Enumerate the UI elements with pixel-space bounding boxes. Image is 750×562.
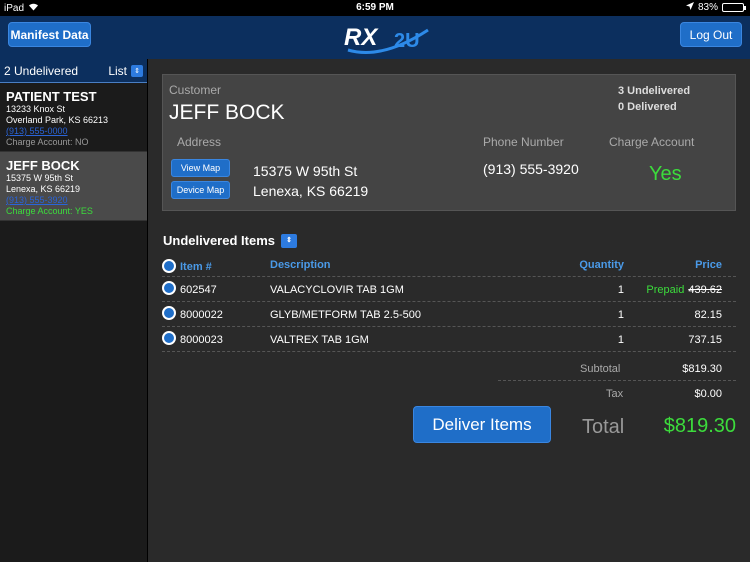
item-number: 8000022 [180, 309, 223, 321]
status-right: 83% [685, 2, 746, 13]
patient-charge-status: Charge Account: NO [6, 137, 89, 147]
items-table: Item # Description Quantity Price 602547… [162, 255, 736, 352]
sidebar-item-jeff-bock[interactable]: JEFF BOCK 15375 W 95th St Lenexa, KS 662… [0, 152, 147, 221]
customer-phone: (913) 555-3920 [483, 161, 579, 177]
table-header: Item # Description Quantity Price [162, 255, 736, 277]
item-number: 8000023 [180, 334, 223, 346]
status-bar: iPad 6:59 PM 83% [0, 0, 750, 16]
table-row[interactable]: 8000023 VALTREX TAB 1GM 1 737.15 [162, 327, 736, 352]
section-selector-icon[interactable]: ⇕ [281, 233, 297, 248]
chevron-updown-icon: ⇕ [131, 65, 143, 77]
patient-name: JEFF BOCK [6, 158, 80, 173]
row-select-radio[interactable] [162, 281, 176, 295]
clock: 6:59 PM [356, 2, 394, 13]
address-line2: Lenexa, KS 66219 [253, 183, 369, 199]
device-map-button[interactable]: Device Map [171, 181, 230, 199]
battery-percent: 83% [697, 2, 718, 13]
item-number: 602547 [180, 284, 217, 296]
manifest-data-button[interactable]: Manifest Data [8, 22, 91, 47]
item-description: VALACYCLOVIR TAB 1GM [270, 284, 404, 296]
table-row[interactable]: 8000022 GLYB/METFORM TAB 2.5-500 1 82.15 [162, 302, 736, 327]
subtotal-row: Subtotal $819.30 [498, 356, 736, 381]
item-description: GLYB/METFORM TAB 2.5-500 [270, 309, 421, 321]
customer-label: Customer [169, 83, 222, 97]
address-label: Address [177, 135, 222, 149]
tax-label: Tax [606, 388, 624, 400]
header-description: Description [270, 259, 331, 271]
header-quantity: Quantity [579, 259, 624, 271]
patient-address-line2: Overland Park, KS 66213 [6, 115, 109, 125]
nav-bar: Manifest Data RX 2U Log Out [0, 16, 750, 59]
phone-number-label: Phone Number [483, 135, 564, 149]
item-quantity: 1 [617, 309, 624, 321]
undelivered-count: 2 Undelivered [4, 63, 79, 78]
sidebar: 2 Undelivered List ⇕ PATIENT TEST 13233 … [0, 59, 148, 562]
location-arrow-icon [685, 2, 694, 13]
svg-text:RX: RX [344, 24, 379, 51]
item-quantity: 1 [617, 284, 624, 296]
patient-address-line1: 13233 Knox St [6, 104, 66, 114]
battery-icon [722, 3, 746, 12]
table-row[interactable]: 602547 VALACYCLOVIR TAB 1GM 1 Prepaid 439… [162, 277, 736, 302]
total-value: $819.30 [663, 415, 736, 437]
subtotal-label: Subtotal [580, 363, 621, 375]
patient-phone-link[interactable]: (913) 555-0000 [6, 126, 141, 137]
rx2u-logo: RX 2U [344, 24, 429, 54]
header-item-number: Item # [180, 261, 212, 273]
tax-value: $0.00 [694, 388, 722, 400]
row-select-radio[interactable] [162, 306, 176, 320]
charge-account-value: Yes [649, 163, 682, 185]
delivery-counts: 3 Undelivered 0 Delivered [618, 83, 690, 115]
view-map-button[interactable]: View Map [171, 159, 230, 177]
patient-address-line1: 15375 W 95th St [6, 173, 74, 183]
undelivered-count-label: 3 Undelivered [618, 85, 691, 97]
subtotal-value: $819.30 [682, 363, 722, 375]
customer-address: 15375 W 95th St Lenexa, KS 66219 [253, 161, 368, 201]
item-description: VALTREX TAB 1GM [270, 334, 369, 346]
item-price-cell: Prepaid 439.62 [646, 284, 722, 296]
item-price: 439.62 [688, 284, 722, 296]
item-price: 737.15 [688, 334, 722, 346]
row-select-radio[interactable] [162, 331, 176, 345]
patient-charge-status: Charge Account: YES [6, 206, 93, 216]
delivered-count-label: 0 Delivered [618, 101, 677, 113]
undelivered-items-title: Undelivered Items ⇕ [163, 233, 297, 248]
total-label: Total [582, 416, 625, 438]
sidebar-header: 2 Undelivered List ⇕ [0, 59, 147, 83]
deliver-items-button[interactable]: Deliver Items [413, 406, 551, 443]
customer-card: Customer JEFF BOCK 3 Undelivered 0 Deliv… [162, 74, 736, 211]
address-line1: 15375 W 95th St [253, 163, 358, 179]
select-all-radio[interactable] [162, 259, 176, 273]
tax-row: Tax $0.00 [498, 381, 736, 406]
list-selector[interactable]: List ⇕ [108, 64, 143, 78]
patient-address-line2: Lenexa, KS 66219 [6, 184, 81, 194]
sidebar-item-patient-test[interactable]: PATIENT TEST 13233 Knox St Overland Park… [0, 83, 147, 152]
patient-phone-link[interactable]: (913) 555-3920 [6, 195, 141, 206]
main-content: Customer JEFF BOCK 3 Undelivered 0 Deliv… [148, 59, 750, 562]
logout-button[interactable]: Log Out [680, 22, 742, 47]
svg-text:2U: 2U [394, 30, 420, 52]
customer-name: JEFF BOCK [169, 101, 285, 124]
prepaid-label: Prepaid [646, 284, 685, 296]
charge-account-label: Charge Account [609, 135, 695, 149]
item-price: 82.15 [694, 309, 722, 321]
patient-name: PATIENT TEST [6, 89, 97, 104]
item-quantity: 1 [617, 334, 624, 346]
list-label: List [108, 64, 127, 78]
section-title-label: Undelivered Items [163, 233, 275, 248]
header-price: Price [695, 259, 722, 271]
